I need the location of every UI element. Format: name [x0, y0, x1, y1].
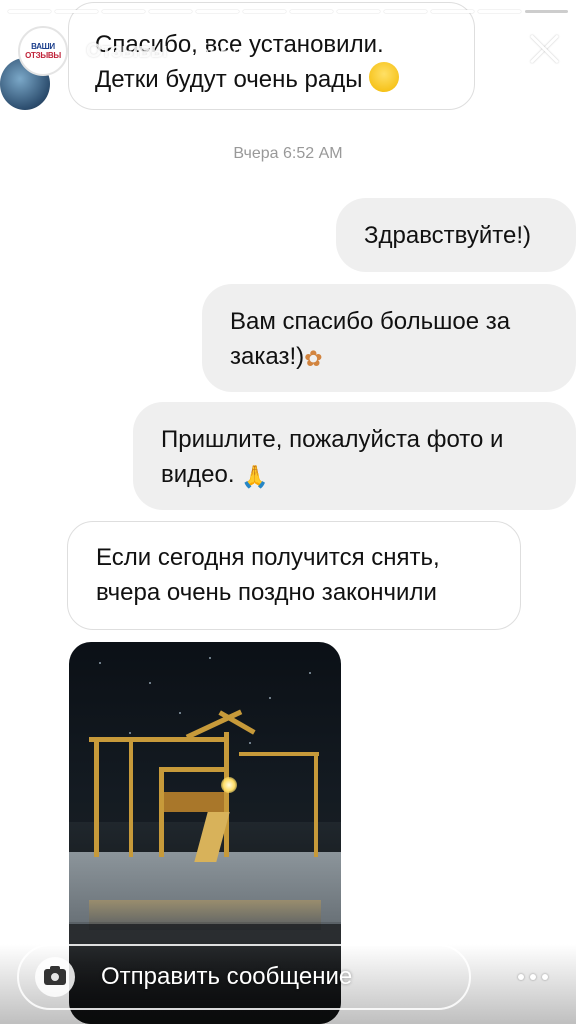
story-progress-segment [55, 10, 98, 13]
story-progress-segment [384, 10, 427, 13]
message-line: заказ!)✿ [230, 339, 576, 376]
story-progress-bar [8, 10, 568, 13]
message-text: Здравствуйте!) [364, 222, 532, 249]
message-timestamp: Вчера 6:52 AM [233, 145, 343, 162]
photo-sky-speck [149, 682, 151, 684]
story-progress-segment [525, 10, 568, 13]
more-options-icon[interactable] [518, 972, 548, 982]
photo-sky-speck [309, 672, 311, 674]
photo-sky-speck [269, 697, 271, 699]
outgoing-message-photo-request: Пришлите, пожалуйста фото и видео. 🙏 [133, 402, 576, 510]
send-message-field[interactable]: Отправить сообщение [17, 944, 471, 1010]
story-progress-segment [478, 10, 521, 13]
message-line: видео. 🙏 [161, 457, 576, 494]
story-progress-segment [8, 10, 51, 13]
message-line: Вам спасибо большое за [230, 308, 511, 335]
photo-sky-speck [249, 742, 251, 744]
close-icon[interactable] [528, 32, 562, 66]
photo-sky-speck [179, 712, 181, 714]
story-progress-segment [102, 10, 145, 13]
account-name[interactable]: Отзывы [86, 40, 168, 63]
story-progress-segment [290, 10, 333, 13]
camera-icon[interactable] [35, 957, 75, 997]
avatar-logo-text-line2: ОТЗЫВЫ [25, 51, 61, 60]
message-line: Если сегодня получится снять, [96, 544, 440, 571]
bouquet-icon: ✿ [304, 346, 323, 371]
message-text: заказ!) [230, 343, 305, 370]
account-avatar[interactable]: ВАШИ ОТЗЫВЫ [18, 26, 68, 76]
folded-hands-icon: 🙏 [241, 464, 269, 489]
send-message-placeholder: Отправить сообщение [101, 963, 353, 990]
photo-lamp [221, 777, 237, 793]
incoming-message-reply: Если сегодня получится снять, вчера очен… [67, 521, 521, 630]
story-progress-segment [337, 10, 380, 13]
outgoing-message-greeting: Здравствуйте!) [336, 198, 576, 272]
photo-sky-speck [209, 657, 211, 659]
avatar-logo-text-line1: ВАШИ [31, 42, 55, 51]
message-text: видео. [161, 461, 235, 488]
story-age: 5нед. [198, 40, 249, 62]
outgoing-message-thanks-for-order: Вам спасибо большое за заказ!)✿ [202, 284, 576, 392]
story-progress-segment [149, 10, 192, 13]
message-line: Пришлите, пожалуйста фото и [161, 426, 504, 453]
photo-sky-speck [99, 662, 101, 664]
story-progress-segment [431, 10, 474, 13]
story-progress-segment [243, 10, 286, 13]
story-progress-segment [196, 10, 239, 13]
message-line: вчера очень поздно закончили [96, 579, 437, 606]
wooden-playset [89, 709, 319, 872]
story-header: ВАШИ ОТЗЫВЫ Отзывы 5нед. [0, 26, 576, 86]
photo-sky-speck [129, 732, 131, 734]
